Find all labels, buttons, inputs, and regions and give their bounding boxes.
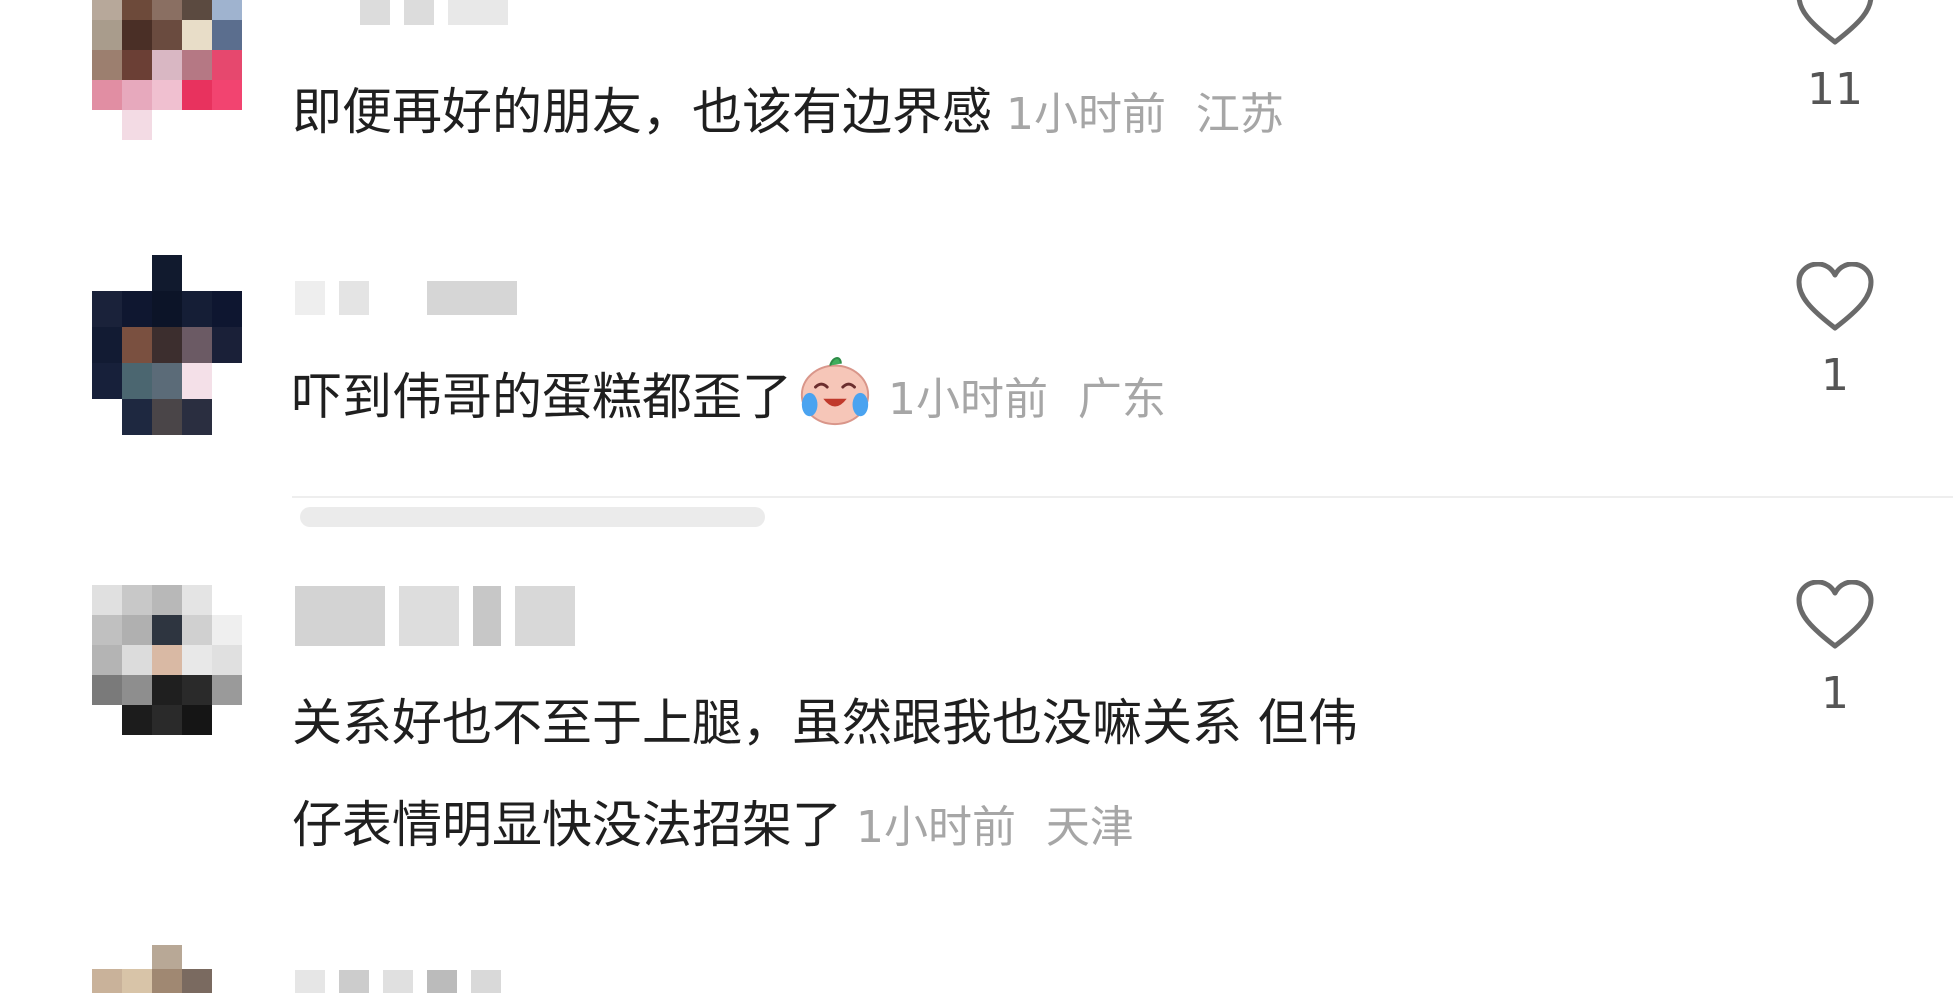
like-button[interactable]: 1 — [1795, 262, 1875, 401]
heart-outline-icon — [1796, 0, 1874, 45]
comment-item[interactable]: 吓到伟哥的蛋糕都歪了 1小时前 广东 1 — [0, 250, 1953, 500]
username-redacted — [360, 0, 508, 26]
comment-item[interactable]: 关系好也不至于上腿，虽然跟我也没嘛关系 但伟 仔表情明显快没法招架了 1小时前 天… — [0, 580, 1953, 880]
crying-laughing-face-emoji — [800, 357, 870, 426]
comment-item[interactable]: 即便再好的朋友，也该有边界感 1小时前 江苏 11 — [0, 0, 1953, 180]
like-count: 1 — [1821, 668, 1849, 719]
heart-outline-icon — [1796, 262, 1874, 331]
username-redacted — [295, 280, 517, 316]
divider — [292, 496, 1953, 498]
comment-time: 1小时前 — [1006, 89, 1166, 140]
heart-outline-icon — [1796, 580, 1874, 649]
username-redacted — [295, 969, 501, 993]
comment-text: 关系好也不至于上腿，虽然跟我也没嘛关系 但伟 仔表情明显快没法招架了 1小时前 天… — [292, 672, 1358, 879]
comment-body: 吓到伟哥的蛋糕都歪了 — [292, 368, 792, 426]
comment-time: 1小时前 — [856, 802, 1016, 853]
comment-location: 天津 — [1045, 802, 1134, 853]
avatar[interactable] — [92, 585, 242, 735]
comment-location: 江苏 — [1195, 89, 1284, 140]
like-button[interactable]: 1 — [1795, 580, 1875, 719]
comment-body-line-2-text: 仔表情明显快没法招架了 — [292, 796, 842, 854]
like-count: 11 — [1807, 64, 1863, 115]
comment-body: 即便再好的朋友，也该有边界感 — [292, 83, 992, 141]
comment-text: 即便再好的朋友，也该有边界感 1小时前 江苏 — [292, 62, 1284, 165]
reply-preview-redacted — [300, 507, 765, 527]
avatar[interactable] — [92, 945, 242, 993]
username-redacted — [295, 586, 575, 646]
comment-item[interactable] — [0, 945, 1953, 993]
comment-location: 广东 — [1077, 374, 1166, 425]
comment-text: 吓到伟哥的蛋糕都歪了 1小时前 广东 — [292, 347, 1166, 450]
avatar[interactable] — [92, 255, 242, 435]
avatar[interactable] — [92, 0, 242, 140]
comment-time: 1小时前 — [888, 374, 1048, 425]
comment-body-line-1: 关系好也不至于上腿，虽然跟我也没嘛关系 但伟 — [292, 694, 1358, 752]
like-count: 1 — [1821, 350, 1849, 401]
like-button[interactable]: 11 — [1795, 0, 1875, 115]
comment-body-line-2: 仔表情明显快没法招架了 1小时前 天津 — [292, 774, 1358, 879]
